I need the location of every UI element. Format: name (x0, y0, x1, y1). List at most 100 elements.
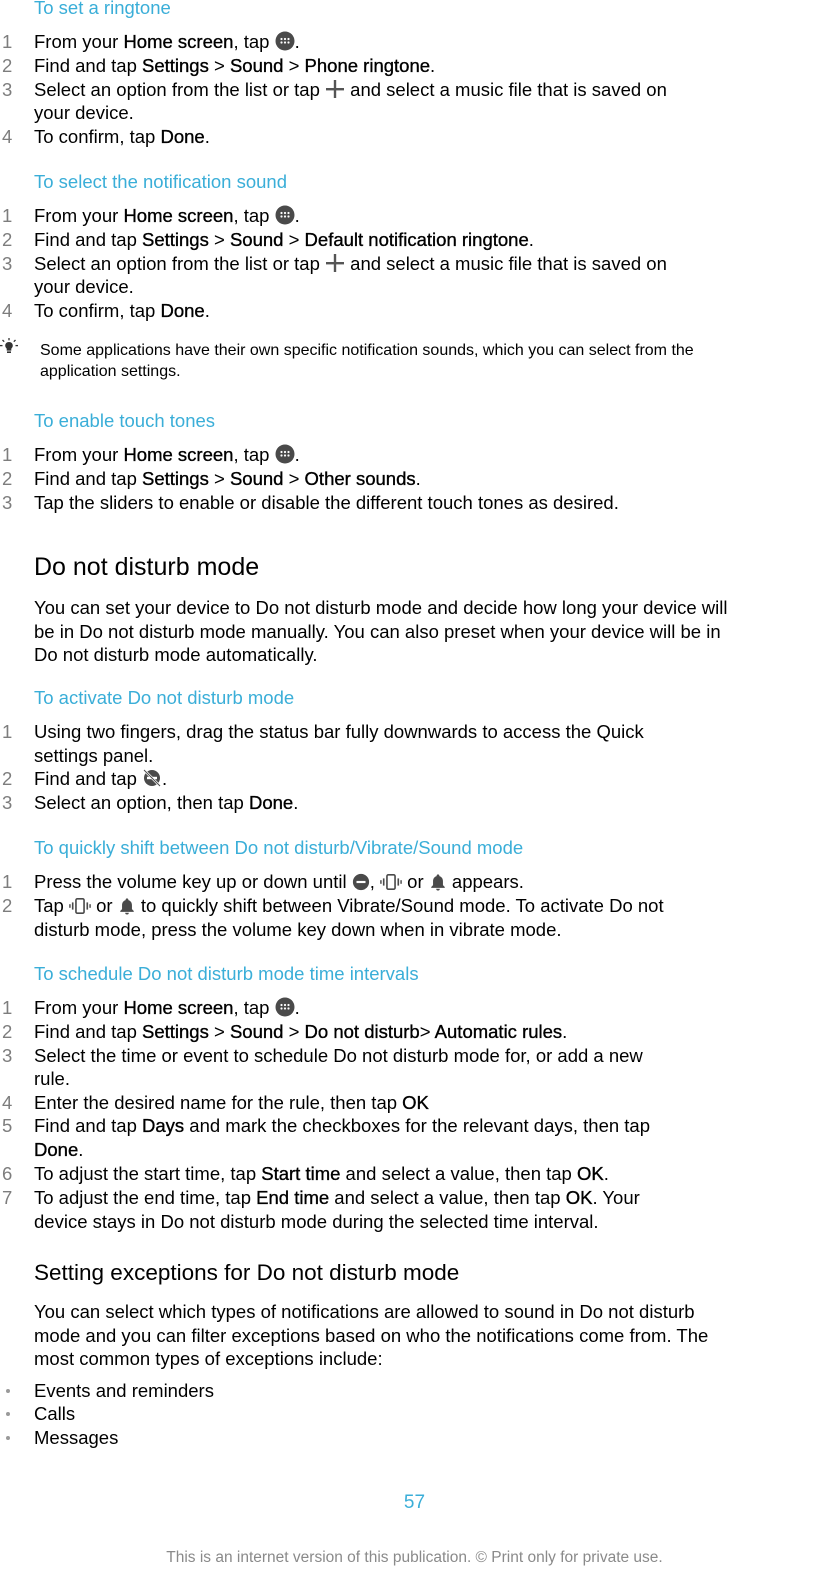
section-title-set-ringtone: To set a ringtone (34, 0, 171, 18)
step-number: 4 (2, 300, 13, 321)
step-text: or (402, 871, 429, 892)
step-text: Find and tap (34, 55, 142, 76)
step-text: to quickly shift between Vibrate/Sound m… (135, 895, 664, 916)
tip-text: Some applications have their own specifi… (40, 342, 694, 359)
ui-term: Days (142, 1115, 185, 1136)
section-title-notification-sound: To select the notification sound (34, 171, 287, 192)
step-text: . Your (592, 1187, 640, 1208)
section-title-schedule-dnd: To schedule Do not disturb mode time int… (34, 963, 419, 984)
ui-term: Sound (229, 1021, 284, 1042)
step-number: 6 (2, 1163, 13, 1184)
step-text: . (430, 55, 436, 76)
separator: > (208, 468, 230, 489)
step-text: Press the volume key up or down until (34, 871, 352, 892)
step-number: 1 (2, 31, 13, 52)
heading-exceptions: Setting exceptions for Do not disturb mo… (34, 1260, 460, 1285)
step-number: 4 (2, 126, 13, 147)
paragraph-line: You can set your device to Do not distur… (34, 597, 728, 618)
ui-term: Done (248, 792, 294, 813)
step-text: To adjust the end time, tap (34, 1187, 257, 1208)
page-number: 57 (403, 1492, 426, 1513)
ui-term: Sound (229, 229, 284, 250)
paragraph-line: mode and you can filter exceptions based… (34, 1325, 709, 1346)
step-text: . (162, 768, 168, 789)
separator: > (283, 55, 305, 76)
step-number: 3 (2, 253, 13, 274)
ui-term: Done (160, 300, 205, 321)
step-continuation: Done. (34, 1138, 84, 1162)
heading-do-not-disturb: Do not disturb mode (34, 553, 260, 581)
step-number: 1 (2, 871, 13, 892)
list-item-text: Events and reminders (34, 1380, 214, 1401)
ui-term: Done (160, 126, 205, 147)
step-text: and select a value, then tap (340, 1163, 577, 1184)
step-text: Tap the sliders to enable or disable the… (34, 492, 619, 513)
step-number: 2 (2, 229, 13, 250)
step-number: 3 (2, 792, 13, 813)
separator: > (283, 468, 305, 489)
step-number: 3 (2, 492, 13, 513)
step-continuation: device stays in Do not disturb mode duri… (34, 1211, 599, 1232)
step-text: , tap (233, 444, 275, 465)
section-title-touch-tones: To enable touch tones (34, 410, 216, 431)
step-text: Select an option from the list or tap (34, 253, 326, 274)
step-text: appears. (446, 871, 524, 892)
lightbulb-tip-icon (0, 338, 18, 353)
step-number: 3 (2, 1045, 13, 1066)
step-text: From your (34, 31, 124, 52)
step-text: To adjust the start time, tap (34, 1163, 262, 1184)
section-title-quick-shift: To quickly shift between Do not disturb/… (34, 837, 524, 858)
step-number: 2 (2, 1021, 13, 1042)
do-not-disturb-off-icon (142, 768, 162, 788)
section-title-activate-dnd: To activate Do not disturb mode (34, 687, 295, 708)
vibrate-icon (69, 897, 91, 915)
step-text: and mark the checkboxes for the relevant… (184, 1115, 651, 1136)
separator: > (208, 55, 230, 76)
ui-term: Sound (229, 55, 284, 76)
step-number: 1 (2, 997, 13, 1018)
ui-term: Home screen (123, 205, 234, 226)
apps-icon (275, 444, 295, 464)
step-continuation: settings panel. (34, 745, 154, 766)
ui-term: OK (565, 1187, 593, 1208)
step-text: Tap (34, 895, 69, 916)
ui-term: Home screen (123, 444, 234, 465)
step-text: Find and tap (34, 1115, 142, 1136)
plus-icon (325, 253, 345, 273)
tip-text: application settings. (40, 363, 181, 380)
ui-term: End time (256, 1187, 330, 1208)
step-text: , (369, 871, 381, 892)
step-text: , tap (233, 997, 275, 1018)
ui-term: Default notification ringtone (304, 229, 529, 250)
separator: > (208, 1021, 230, 1042)
step-text: From your (34, 997, 124, 1018)
apps-icon (275, 997, 295, 1017)
ui-term: Settings (142, 468, 209, 489)
step-text: . (294, 31, 300, 52)
footer-notice: This is an internet version of this publ… (166, 1549, 663, 1566)
step-number: 1 (2, 444, 13, 465)
ui-term: Automatic rules (434, 1021, 563, 1042)
step-text: . (603, 1163, 609, 1184)
step-text: Find and tap (34, 768, 142, 789)
step-text: and select a music file that is saved on (345, 253, 667, 274)
do-not-disturb-icon (352, 873, 370, 891)
step-text: . (528, 229, 534, 250)
step-text: Using two fingers, drag the status bar f… (34, 721, 644, 742)
ui-term: OK (402, 1092, 429, 1113)
step-text: . (562, 1021, 568, 1042)
list-item-text: Messages (34, 1427, 119, 1448)
ui-term: Settings (142, 1021, 209, 1042)
step-text: To confirm, tap (34, 300, 161, 321)
step-text: Find and tap (34, 1021, 142, 1042)
step-text: . (294, 444, 300, 465)
step-continuation: rule. (34, 1068, 70, 1089)
step-continuation: disturb mode, press the volume key down … (34, 919, 562, 940)
ui-term: Home screen (123, 31, 234, 52)
separator: > (208, 229, 230, 250)
step-text: Enter the desired name for the rule, the… (34, 1092, 403, 1113)
step-continuation: your device. (34, 102, 134, 123)
step-text: , tap (233, 31, 275, 52)
ui-term: OK (576, 1163, 604, 1184)
paragraph-line: You can select which types of notificati… (34, 1301, 695, 1322)
